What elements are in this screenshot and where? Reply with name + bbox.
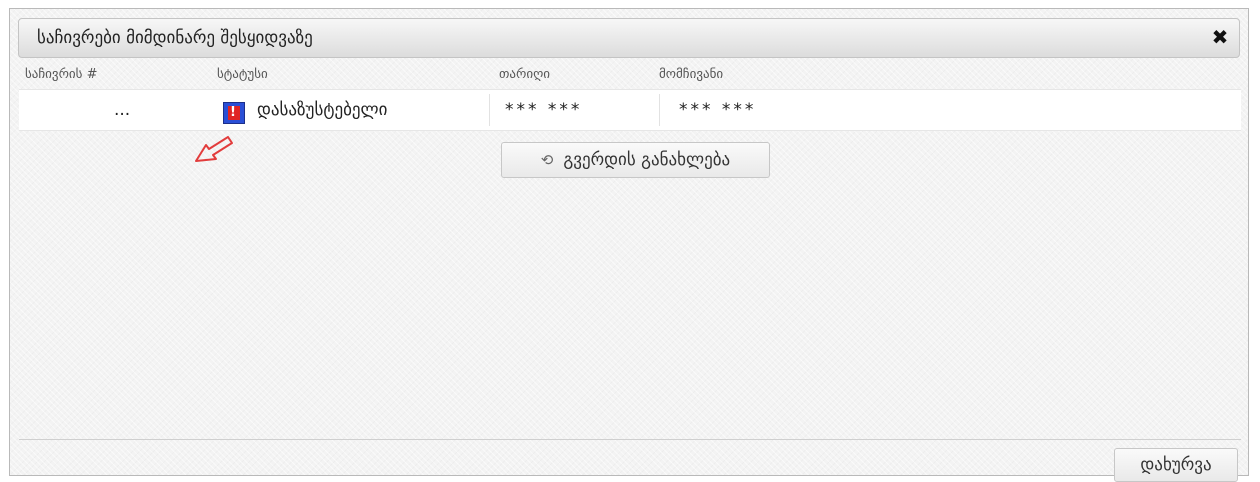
dialog-title: საჩივრები მიმდინარე შესყიდვაზე bbox=[37, 28, 313, 48]
pointer-arrow-icon bbox=[195, 136, 233, 162]
cell-complaint-no: ... bbox=[114, 100, 131, 120]
footer-divider bbox=[19, 439, 1241, 440]
header-complainant: მომჩივანი bbox=[659, 67, 724, 82]
header-complaint-no: საჩივრის # bbox=[25, 67, 98, 82]
cell-complainant: *** *** bbox=[679, 100, 757, 120]
header-status: სტატუსი bbox=[217, 67, 268, 82]
refresh-page-button[interactable]: ⟲ გვერდის განახლება bbox=[501, 142, 770, 178]
refresh-icon: ⟲ bbox=[540, 151, 554, 169]
status-flag-icon: ! bbox=[223, 102, 245, 124]
refresh-label: გვერდის განახლება bbox=[563, 150, 731, 170]
close-icon[interactable]: ✖ bbox=[1209, 26, 1231, 48]
table-header: საჩივრის # სტატუსი თარიღი მომჩივანი bbox=[19, 63, 1241, 87]
cell-status: დასაზუსტებელი bbox=[257, 100, 388, 120]
cell-date: *** *** bbox=[505, 100, 583, 120]
column-divider bbox=[659, 94, 660, 126]
column-divider bbox=[489, 94, 490, 126]
complaints-dialog: საჩივრები მიმდინარე შესყიდვაზე ✖ საჩივრი… bbox=[9, 8, 1249, 482]
table-row[interactable]: ... ! დასაზუსტებელი *** *** *** *** bbox=[19, 89, 1241, 131]
header-date: თარიღი bbox=[499, 67, 551, 82]
close-button[interactable]: დახურვა bbox=[1114, 448, 1238, 482]
dialog-titlebar: საჩივრები მიმდინარე შესყიდვაზე ✖ bbox=[18, 18, 1240, 58]
